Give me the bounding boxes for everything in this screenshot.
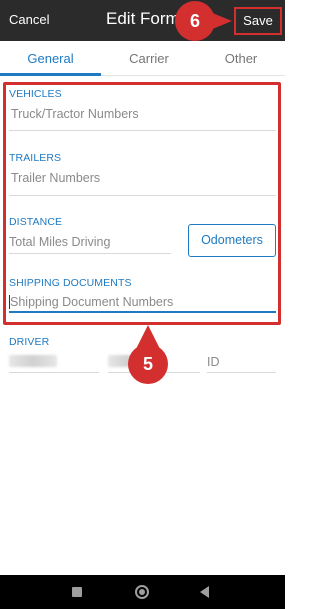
callout-5-badge: 5	[128, 344, 168, 384]
app-header: Cancel Edit Form Save	[0, 0, 285, 41]
active-tab-indicator	[0, 73, 101, 76]
driver-id-underline	[207, 372, 276, 373]
page-title: Edit Form	[106, 9, 180, 28]
recents-square-icon[interactable]	[72, 587, 82, 597]
tab-general[interactable]: General	[0, 51, 101, 66]
tab-other[interactable]: Other	[197, 51, 285, 66]
tab-carrier[interactable]: Carrier	[101, 51, 197, 66]
back-triangle-icon[interactable]	[200, 586, 209, 598]
driver-label: DRIVER	[9, 336, 50, 348]
cancel-button[interactable]: Cancel	[9, 12, 49, 27]
system-navigation-bar	[0, 575, 285, 609]
save-button[interactable]: Save	[234, 7, 282, 35]
callout-6-badge: 6	[175, 1, 215, 41]
driver-id-input[interactable]: ID	[207, 355, 220, 369]
driver-first-name-redacted[interactable]	[9, 355, 57, 367]
tab-bar: General Carrier Other	[0, 41, 285, 76]
highlight-box	[3, 82, 281, 325]
home-circle-icon[interactable]	[135, 585, 149, 599]
driver-first-name-underline	[9, 372, 99, 373]
